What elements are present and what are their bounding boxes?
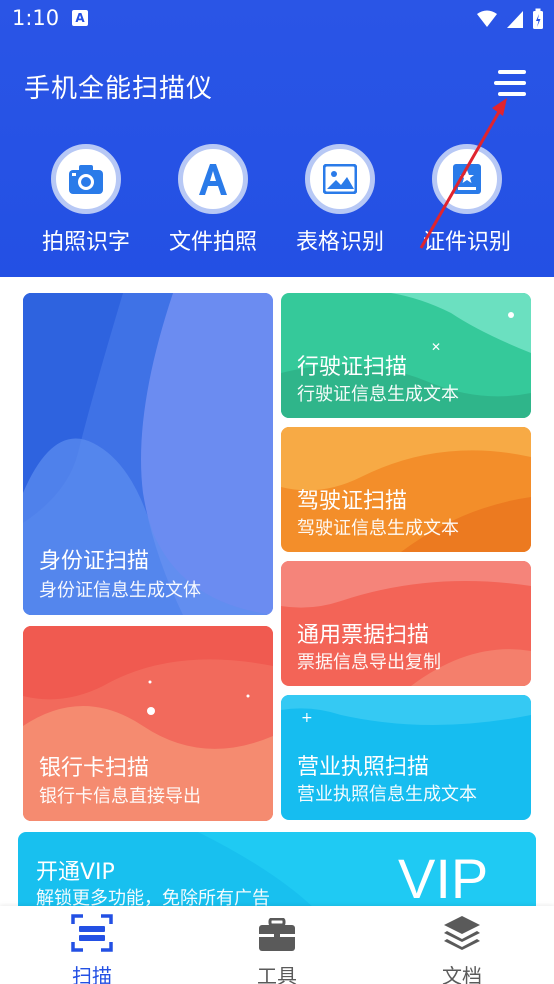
card-vehicle-license-scan[interactable]: ✕ 行驶证扫描 行驶证信息生成文本 [281,293,531,418]
svg-text:✕: ✕ [431,340,441,354]
vip-banner[interactable]: 开通VIP 解锁更多功能，免除所有广告 VIP [18,832,536,912]
layers-icon [444,916,480,950]
header: 1:10 A 手机全能扫描仪 拍照识字 文件拍照 表格识别 证件识别 [0,0,554,277]
card-title: 身份证扫描 [39,549,150,574]
card-receipt-scan[interactable]: 通用票据扫描 票据信息导出复制 [281,561,531,686]
card-business-license-scan[interactable]: + 营业执照扫描 营业执照信息生成文本 [281,695,531,820]
bottom-nav: 扫描 工具 文档 [0,906,554,984]
card-subtitle: 驾驶证信息生成文本 [297,518,459,539]
nav-scan[interactable]: 扫描 [32,914,152,984]
card-id-card-scan[interactable]: 身份证扫描 身份证信息生成文体 [23,293,273,615]
scan-icon [71,914,113,952]
annotation-arrow [419,98,507,249]
card-title: 营业执照扫描 [297,755,430,780]
card-bank-card-scan[interactable]: 银行卡扫描 银行卡信息直接导出 [23,626,273,821]
card-subtitle: 票据信息导出复制 [297,652,441,673]
nav-label: 工具 [257,964,297,984]
nav-tools[interactable]: 工具 [217,917,337,984]
nav-label: 文档 [442,964,482,984]
card-title: 行驶证扫描 [297,355,408,380]
card-title: 驾驶证扫描 [297,489,408,514]
card-subtitle: 行驶证信息生成文本 [297,384,459,405]
toolbox-icon [259,917,295,951]
nav-label: 扫描 [72,964,112,984]
svg-text:+: + [301,710,313,726]
card-title: 银行卡扫描 [39,756,150,781]
card-subtitle: 营业执照信息生成文本 [297,784,477,805]
card-subtitle: 身份证信息生成文体 [39,580,201,601]
vip-title: 开通VIP [36,860,115,885]
vip-badge: VIP [398,847,489,910]
card-driver-license-scan[interactable]: 驾驶证扫描 驾驶证信息生成文本 [281,427,531,552]
card-title: 通用票据扫描 [297,623,430,648]
nav-documents[interactable]: 文档 [402,914,522,984]
card-subtitle: 银行卡信息直接导出 [39,786,201,807]
